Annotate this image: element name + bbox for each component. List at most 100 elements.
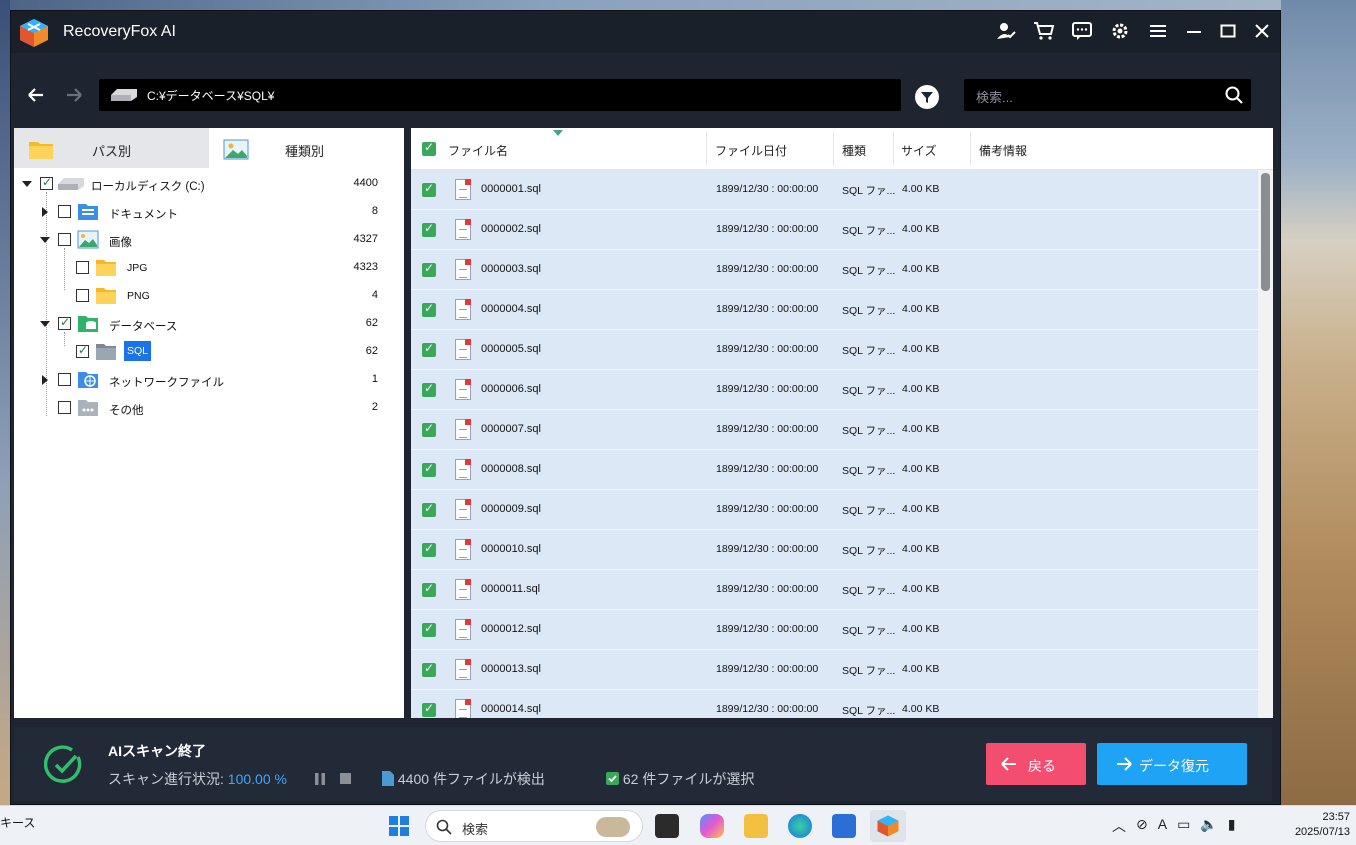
row-checkbox[interactable] (422, 341, 436, 357)
column-header-date[interactable]: ファイル日付 (715, 142, 787, 159)
table-row[interactable]: 0000008.sql 1899/12/30 : 00:00:00 SQL ファ..… (411, 450, 1258, 490)
table-row[interactable]: 0000004.sql 1899/12/30 : 00:00:00 SQL ファ..… (411, 290, 1258, 330)
row-checkbox[interactable] (422, 661, 436, 677)
table-row[interactable]: 0000011.sql 1899/12/30 : 00:00:00 SQL ファ..… (411, 570, 1258, 610)
database-folder-icon (78, 316, 98, 332)
collapse-caret-icon[interactable] (40, 237, 50, 243)
table-row[interactable]: 0000010.sql 1899/12/30 : 00:00:00 SQL ファ..… (411, 530, 1258, 570)
table-row[interactable]: 0000009.sql 1899/12/30 : 00:00:00 SQL ファ..… (411, 490, 1258, 530)
menu-icon[interactable] (1146, 19, 1170, 43)
tree-item-database[interactable]: データベース 62 (14, 310, 404, 338)
table-row[interactable]: 0000013.sql 1899/12/30 : 00:00:00 SQL ファ..… (411, 650, 1258, 690)
file-rows: 0000001.sql 1899/12/30 : 00:00:00 SQL ファ..… (411, 170, 1258, 718)
taskbar-search[interactable]: 検索 (425, 810, 643, 842)
tree-item-network-files[interactable]: ネットワークファイル 1 (14, 366, 404, 394)
tree-checkbox[interactable] (58, 373, 71, 386)
row-checkbox[interactable] (422, 621, 436, 637)
search-icon[interactable] (1225, 86, 1243, 104)
column-header-name[interactable]: ファイル名 (448, 142, 508, 159)
file-list-panel: ✓ ファイル名 ファイル日付 種類 サイズ 備考情報 0000001.sql 18… (411, 128, 1273, 718)
path-bar[interactable]: C:¥データベース¥SQL¥ (99, 79, 901, 111)
store-icon[interactable] (832, 814, 856, 838)
back-arrow-icon[interactable] (25, 81, 85, 109)
row-checkbox[interactable] (422, 221, 436, 237)
minimize-button[interactable] (1182, 19, 1206, 43)
vertical-scrollbar[interactable] (1258, 170, 1273, 718)
cart-icon[interactable] (1032, 19, 1056, 43)
back-button[interactable]: 戻る (986, 743, 1086, 785)
tree-item-sql[interactable]: SQL 62 (14, 338, 404, 366)
recoveryfox-taskbar-icon[interactable] (870, 810, 906, 842)
row-checkbox[interactable] (422, 701, 436, 717)
display-icon[interactable]: ▭ (1177, 816, 1190, 836)
tree-item-png[interactable]: PNG 4 (14, 282, 404, 310)
tab-by-path[interactable]: パス別 (14, 128, 209, 168)
tree-checkbox[interactable] (40, 175, 53, 190)
settings-gear-icon[interactable] (1108, 19, 1132, 43)
tab-by-type[interactable]: 種類別 (209, 128, 404, 168)
column-header-notes[interactable]: 備考情報 (979, 142, 1027, 159)
table-row[interactable]: 0000002.sql 1899/12/30 : 00:00:00 SQL ファ..… (411, 210, 1258, 250)
recover-button[interactable]: データ復元 (1097, 743, 1247, 785)
row-checkbox[interactable] (422, 261, 436, 277)
copilot-icon[interactable] (700, 814, 724, 838)
tree-checkbox[interactable] (58, 205, 71, 218)
collapse-caret-icon[interactable] (40, 321, 50, 327)
row-checkbox[interactable] (422, 381, 436, 397)
network-icon[interactable]: ⊘ (1136, 816, 1148, 836)
tree-item-other[interactable]: その他 2 (14, 394, 404, 422)
chevron-up-icon[interactable]: ︿ (1112, 816, 1126, 836)
row-checkbox[interactable] (422, 181, 436, 197)
maximize-button[interactable] (1216, 19, 1240, 43)
select-all-checkbox[interactable]: ✓ (422, 140, 436, 156)
tree-item-images[interactable]: 画像 4327 (14, 226, 404, 254)
row-checkbox[interactable] (422, 541, 436, 557)
file-explorer-icon[interactable] (744, 814, 768, 838)
battery-icon[interactable]: ▮ (1228, 816, 1236, 836)
table-row[interactable]: 0000001.sql 1899/12/30 : 00:00:00 SQL ファ..… (411, 170, 1258, 210)
file-type: SQL ファ... (842, 625, 896, 637)
feedback-icon[interactable] (1070, 19, 1094, 43)
filter-button[interactable] (915, 85, 939, 109)
tree-item-local-disk[interactable]: ローカルディスク (C:) 4400 (14, 170, 404, 198)
table-row[interactable]: 0000014.sql 1899/12/30 : 00:00:00 SQL ファ..… (411, 690, 1258, 718)
expand-caret-icon[interactable] (42, 375, 48, 385)
table-row[interactable]: 0000005.sql 1899/12/30 : 00:00:00 SQL ファ..… (411, 330, 1258, 370)
tree-checkbox[interactable] (76, 343, 89, 358)
account-icon[interactable] (994, 19, 1018, 43)
file-date: 1899/12/30 : 00:00:00 (716, 383, 819, 395)
row-checkbox[interactable] (422, 421, 436, 437)
file-date: 1899/12/30 : 00:00:00 (716, 343, 819, 355)
start-windows-icon[interactable] (387, 814, 411, 838)
tree-checkbox[interactable] (58, 315, 71, 330)
search-input[interactable]: 検索... (964, 79, 1251, 111)
scrollbar-thumb[interactable] (1261, 173, 1270, 291)
task-view-icon[interactable] (655, 814, 679, 838)
collapse-caret-icon[interactable] (22, 181, 32, 187)
table-row[interactable]: 0000003.sql 1899/12/30 : 00:00:00 SQL ファ..… (411, 250, 1258, 290)
volume-icon[interactable]: 🔈 (1200, 816, 1217, 836)
tree-checkbox[interactable] (58, 233, 71, 246)
tree-checkbox[interactable] (76, 289, 89, 302)
row-checkbox[interactable] (422, 301, 436, 317)
row-checkbox[interactable] (422, 501, 436, 517)
column-header-size[interactable]: サイズ (901, 142, 937, 159)
tree-checkbox[interactable] (76, 261, 89, 274)
table-row[interactable]: 0000006.sql 1899/12/30 : 00:00:00 SQL ファ..… (411, 370, 1258, 410)
row-checkbox[interactable] (422, 461, 436, 477)
table-row[interactable]: 0000007.sql 1899/12/30 : 00:00:00 SQL ファ..… (411, 410, 1258, 450)
tree-item-jpg[interactable]: JPG 4323 (14, 254, 404, 282)
folder-icon (96, 260, 116, 276)
column-header-type[interactable]: 種類 (842, 142, 866, 159)
table-row[interactable]: 0000012.sql 1899/12/30 : 00:00:00 SQL ファ..… (411, 610, 1258, 650)
tree-item-documents[interactable]: ドキュメント 8 (14, 198, 404, 226)
close-button[interactable] (1250, 19, 1274, 43)
stop-icon[interactable] (340, 773, 351, 784)
tree-checkbox[interactable] (58, 401, 71, 414)
row-checkbox[interactable] (422, 581, 436, 597)
ime-icon[interactable]: A (1158, 816, 1167, 836)
expand-caret-icon[interactable] (42, 207, 48, 217)
edge-browser-icon[interactable] (788, 814, 812, 838)
pause-icon[interactable] (314, 773, 326, 785)
taskbar-clock[interactable]: 23:57 2025/07/13 (1295, 810, 1350, 840)
